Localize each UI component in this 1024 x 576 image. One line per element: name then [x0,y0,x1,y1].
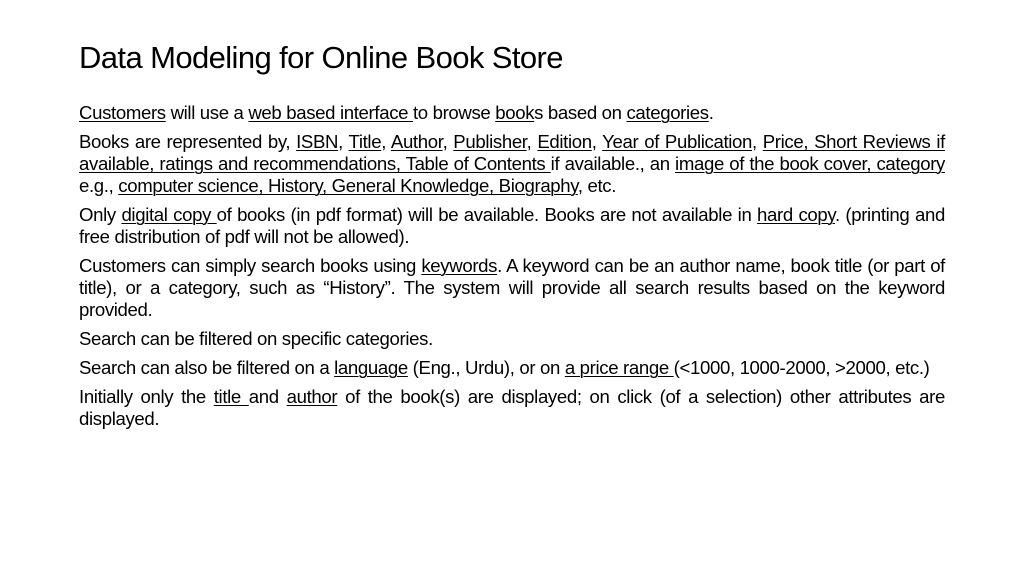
paragraph-digital-copy: Only digital copy of books (in pdf forma… [79,204,945,248]
text-run: Search can be filtered on specific categ… [79,328,433,349]
underlined-term: Publisher [453,131,527,152]
text-run: to browse [412,102,496,123]
text-run: if available., an [550,153,676,174]
underlined-term: hard copy [757,204,835,225]
underlined-term: Title [348,131,382,152]
text-run: , [338,131,349,152]
text-run: Search can also be filtered on a [79,357,335,378]
underlined-term: digital copy [121,204,217,225]
text-run: , [526,131,538,152]
paragraph-book-attributes: Books are represented by, ISBN, Title, A… [79,131,945,197]
text-run: Books are represented by, [79,131,297,152]
text-run: , [752,131,763,152]
underlined-term: title [213,386,249,407]
text-run: (Eng., Urdu), or on [407,357,565,378]
paragraph-initial-display: Initially only the title and author of t… [79,386,945,430]
text-run: (<1000, 1000-2000, >2000, etc.) [673,357,930,378]
text-run: Only [79,204,122,225]
slide-title: Data Modeling for Online Book Store [79,40,563,75]
text-run: , [381,131,391,152]
text-run: , [442,131,454,152]
text-run: Initially only the [79,386,214,407]
underlined-term: categories [626,102,709,123]
underlined-term: image of the book cover, category [675,153,946,174]
underlined-term: web based interface [248,102,413,123]
paragraph-category-filter: Search can be filtered on specific categ… [79,328,945,350]
underlined-term: language [334,357,408,378]
text-run: and [248,386,287,407]
paragraph-language-price-filter: Search can also be filtered on a languag… [79,357,945,379]
text-run: e.g., [79,175,119,196]
underlined-term: computer science, History, General Knowl… [118,175,578,196]
paragraph-customers-browse: Customers will use a web based interface… [79,102,945,124]
text-run: of books (in pdf format) will be availab… [216,204,758,225]
paragraph-keyword-search: Customers can simply search books using … [79,255,945,321]
underlined-term: author [286,386,338,407]
text-run: . [708,102,714,123]
underlined-term: book [495,102,535,123]
underlined-term: Customers [79,102,166,123]
underlined-term: a price range [564,357,674,378]
text-run: , [591,131,603,152]
text-run: will use a [165,102,249,123]
underlined-term: keywords [421,255,498,276]
text-run: , etc. [577,175,617,196]
slide-body: Customers will use a web based interface… [79,102,945,437]
underlined-term: Author [390,131,443,152]
text-run: Customers can simply search books using [79,255,422,276]
underlined-term: Edition [537,131,592,152]
slide: Data Modeling for Online Book Store Cust… [0,0,1024,576]
underlined-term: ISBN [296,131,339,152]
text-run: s based on [534,102,627,123]
underlined-term: Year of Publication [602,131,753,152]
